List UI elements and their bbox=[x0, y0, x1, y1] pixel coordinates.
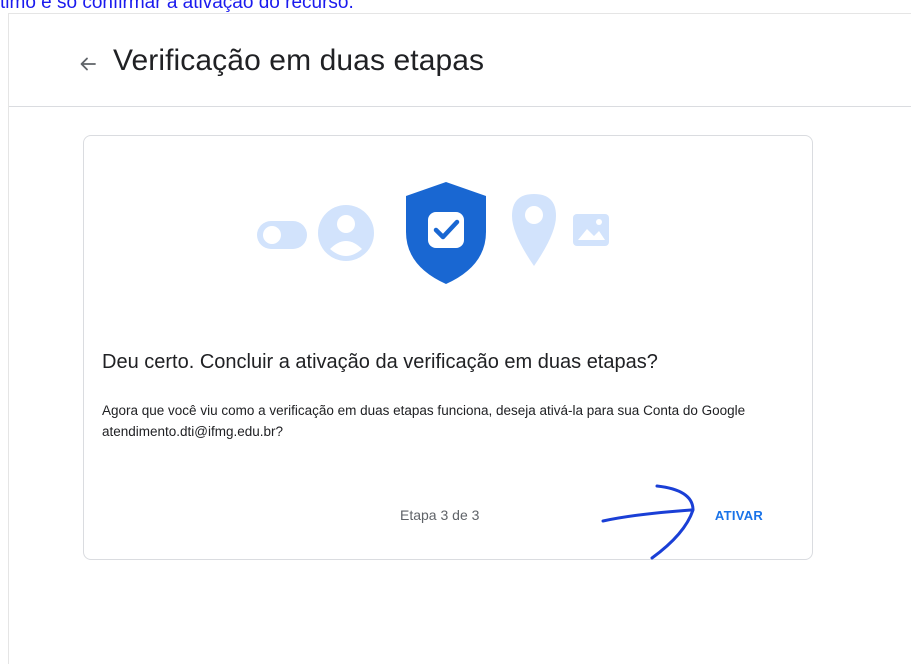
location-pin-icon bbox=[512, 194, 556, 266]
page-title: Verificação em duas etapas bbox=[113, 44, 485, 77]
arrow-back-icon[interactable] bbox=[74, 50, 102, 78]
toggle-icon bbox=[257, 221, 307, 249]
card-heading: Deu certo. Concluir a ativação da verifi… bbox=[102, 351, 658, 373]
image-icon bbox=[573, 214, 609, 246]
person-icon bbox=[318, 205, 374, 261]
security-illustration bbox=[257, 182, 609, 284]
step-indicator: Etapa 3 de 3 bbox=[400, 507, 480, 523]
card-description: Agora que você viu como a verificação em… bbox=[102, 403, 746, 439]
activate-button[interactable]: ATIVAR bbox=[694, 495, 784, 535]
caption-text: timo e só confirmar a ativação do recurs… bbox=[0, 0, 354, 13]
shield-check-icon bbox=[406, 182, 486, 284]
screenshot: timo e só confirmar a ativação do recurs… bbox=[0, 0, 911, 664]
activation-card: Deu certo. Concluir a ativação da verifi… bbox=[83, 135, 813, 560]
